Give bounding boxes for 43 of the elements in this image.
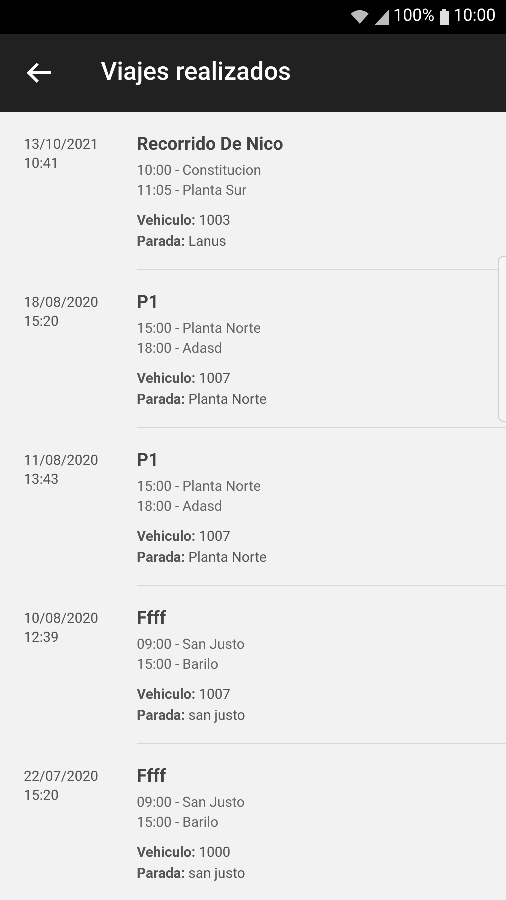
trip-title: Ffff	[137, 766, 166, 788]
trip-title: Ffff	[137, 608, 166, 630]
trip-title: P1	[137, 292, 159, 314]
trip-date: 18/08/2020	[24, 294, 98, 313]
trip-date: 10/08/2020	[24, 610, 98, 629]
vehicle-line: Vehiculo: 1007	[137, 528, 231, 547]
stop-line: 18:00 - Adasd	[137, 340, 222, 359]
vehicle-line: Vehiculo: 1007	[137, 686, 231, 705]
stop-line: 09:00 - San Justo	[137, 794, 245, 813]
stop-line: 18:00 - Adasd	[137, 498, 222, 517]
stop-info-line: Parada: Planta Norte	[137, 549, 267, 568]
trip-time: 13:43	[24, 471, 59, 490]
stop-line: 15:00 - Barilo	[137, 814, 219, 833]
stop-info-line: Parada: Lanus	[137, 233, 226, 252]
signal-icon	[374, 9, 389, 25]
trip-time: 12:39	[24, 629, 59, 648]
trip-title: P1	[137, 450, 159, 472]
stop-line: 10:00 - Constitucion	[137, 162, 262, 181]
wifi-icon	[350, 9, 370, 25]
vehicle-line: Vehiculo: 1007	[137, 370, 231, 389]
trip-time: 15:20	[24, 313, 59, 332]
trip-time: 15:20	[24, 787, 59, 806]
stop-line: 11:05 - Planta Sur	[137, 182, 247, 201]
stop-info-line: Parada: san justo	[137, 707, 246, 726]
back-arrow-icon	[26, 62, 52, 84]
trip-date: 22/07/2020	[24, 768, 98, 787]
screen-title: Viajes realizados	[101, 57, 292, 90]
trip-date: 11/08/2020	[24, 452, 98, 471]
vehicle-line: Vehiculo: 1000	[137, 844, 231, 863]
battery-percent: 100%	[394, 5, 435, 28]
trip-title: Recorrido De Nico	[137, 134, 284, 156]
stop-line: 15:00 - Planta Norte	[137, 320, 261, 339]
stop-line: 15:00 - Barilo	[137, 656, 219, 675]
stop-line: 15:00 - Planta Norte	[137, 478, 261, 497]
side-handle[interactable]	[498, 256, 506, 422]
vehicle-line: Vehiculo: 1003	[137, 212, 231, 231]
stop-line: 09:00 - San Justo	[137, 636, 245, 655]
stop-info-line: Parada: san justo	[137, 865, 246, 884]
trip-date: 13/10/2021	[24, 136, 98, 155]
battery-icon	[440, 9, 449, 25]
clock-time: 10:00	[454, 5, 496, 28]
trip-time: 10:41	[24, 155, 59, 174]
stop-info-line: Parada: Planta Norte	[137, 391, 267, 410]
